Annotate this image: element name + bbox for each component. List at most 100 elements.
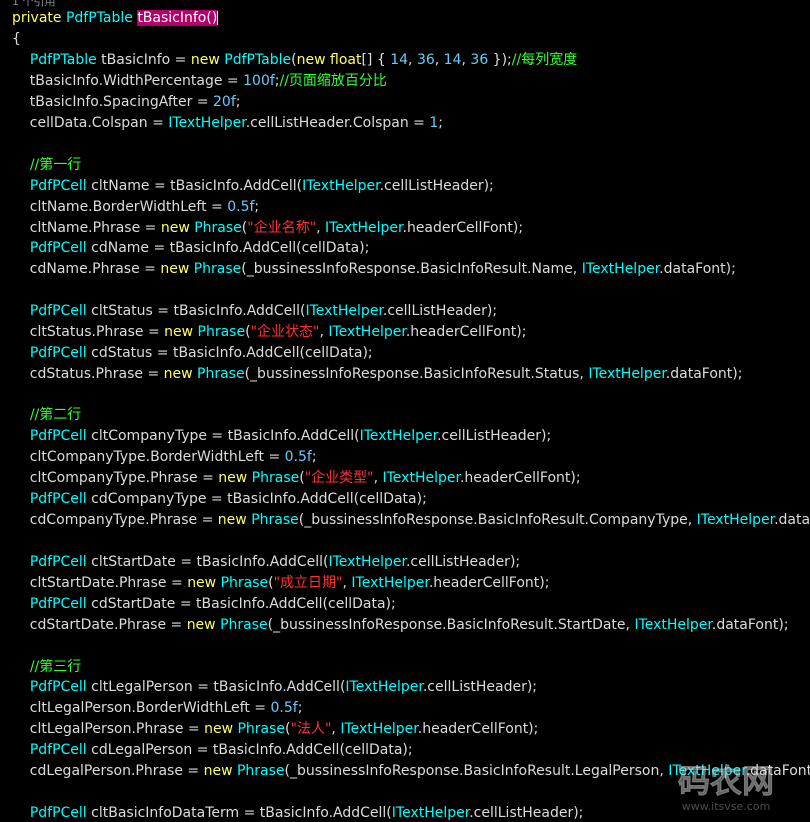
code-line[interactable]: { (12, 29, 21, 49)
code-token: PdfPCell (29, 491, 92, 507)
code-line[interactable]: //第三行 (12, 657, 81, 677)
code-token: cltBasicInfoDataTerm = tBasicInfo.AddCel… (91, 805, 392, 821)
code-line[interactable]: cltLegalPerson.Phrase = new Phrase("法人",… (12, 719, 539, 739)
code-token: .dataF (774, 512, 810, 528)
code-token: cltStatus = tBasicInfo.AddCell( (91, 303, 306, 319)
code-line[interactable]: cdName.Phrase = new Phrase(_bussinessInf… (12, 259, 736, 279)
code-token: ; (311, 449, 317, 465)
code-token: new (203, 763, 237, 779)
code-line[interactable]: PdfPCell cltStatus = tBasicInfo.AddCell(… (12, 301, 497, 321)
code-token: { (12, 31, 21, 47)
code-line[interactable]: cltStatus.Phrase = new Phrase("企业状态", IT… (12, 322, 527, 342)
code-token: PdfPCell (29, 428, 92, 444)
code-editor[interactable]: 1 个引用 private PdfPTable tBasicInfo(){ Pd… (0, 0, 810, 822)
code-token: 0.5f (284, 449, 312, 465)
code-line[interactable]: PdfPCell cltLegalPerson = tBasicInfo.Add… (12, 677, 537, 697)
code-line[interactable]: PdfPCell cdStatus = tBasicInfo.AddCell(c… (12, 343, 373, 363)
code-line[interactable]: tBasicInfo.WidthPercentage = 100f;//页面缩放… (12, 71, 387, 91)
code-token: tBasicInfo.SpacingAfter = (12, 94, 214, 110)
code-token: (_bussinessInfoResponse.BasicInfoResult.… (244, 366, 589, 382)
code-token: Phrase (194, 220, 242, 236)
code-line[interactable]: PdfPCell cltCompanyType = tBasicInfo.Add… (12, 426, 551, 446)
code-token: ITextHelper (351, 575, 429, 591)
code-token: Phrase (236, 763, 285, 779)
code-line[interactable]: private PdfPTable tBasicInfo() (12, 8, 219, 28)
code-token: }); (488, 52, 512, 68)
code-line[interactable]: cltCompanyType.Phrase = new Phrase("企业类型… (12, 468, 581, 488)
code-token: new (187, 575, 221, 591)
code-line[interactable]: cdStartDate.Phrase = new Phrase(_bussine… (12, 615, 789, 635)
code-token: PdfPCell (29, 742, 92, 758)
code-token: ITextHelper (634, 617, 712, 633)
code-token: 14 (443, 52, 462, 68)
code-line[interactable]: PdfPCell cdCompanyType = tBasicInfo.AddC… (12, 489, 427, 509)
code-line[interactable]: //第二行 (12, 405, 81, 425)
code-token: cdStatus.Phrase = (12, 366, 164, 382)
code-token: new (164, 324, 198, 340)
code-token: "企业状态" (250, 324, 320, 340)
code-token: PdfPCell (29, 240, 92, 256)
code-token: , (316, 220, 326, 236)
code-token: cdStartDate.Phrase = (12, 617, 187, 633)
code-token: ITextHelper (168, 115, 246, 131)
text-caret (217, 11, 219, 25)
code-token: cellData.Colspan = (12, 115, 169, 131)
code-line[interactable]: cellData.Colspan = ITextHelper.cellListH… (12, 113, 443, 133)
code-line[interactable]: PdfPCell cdLegalPerson = tBasicInfo.AddC… (12, 740, 413, 760)
code-token: Phrase (193, 261, 242, 277)
code-token: cltName.BorderWidthLeft = (12, 199, 228, 215)
code-line[interactable]: cdStatus.Phrase = new Phrase(_bussinessI… (12, 364, 743, 384)
code-line[interactable]: cltName.Phrase = new Phrase("企业名称", ITex… (12, 218, 523, 238)
code-token: 1 (429, 115, 439, 131)
code-line[interactable]: PdfPCell cltBasicInfoDataTerm = tBasicIn… (12, 803, 584, 822)
code-line[interactable]: cdCompanyType.Phrase = new Phrase(_bussi… (12, 510, 810, 530)
code-token: new float (296, 52, 362, 68)
code-token: , (331, 721, 341, 737)
code-line[interactable]: tBasicInfo.SpacingAfter = 20f; (12, 92, 241, 112)
code-token: .headerCellFont); (402, 220, 524, 236)
code-line[interactable]: cltName.BorderWidthLeft = 0.5f; (12, 197, 259, 217)
code-token: Phrase (220, 575, 269, 591)
code-line[interactable]: PdfPCell cltName = tBasicInfo.AddCell(IT… (12, 176, 494, 196)
code-token: ITextHelper (302, 178, 380, 194)
code-token: PdfPCell (29, 554, 92, 570)
code-token: Phrase (251, 470, 300, 486)
code-line[interactable]: cdLegalPerson.Phrase = new Phrase(_bussi… (12, 761, 810, 781)
code-line[interactable]: cltCompanyType.BorderWidthLeft = 0.5f; (12, 447, 317, 467)
code-token: .dataFont); (659, 261, 736, 277)
code-line[interactable]: PdfPCell cdStartDate = tBasicInfo.AddCel… (12, 594, 396, 614)
code-token: new (163, 366, 198, 382)
code-token: , (408, 52, 417, 68)
code-token: .headerCellFont); (405, 324, 527, 340)
code-line[interactable]: //第一行 (12, 155, 81, 175)
code-token: new (160, 261, 194, 277)
code-line[interactable]: PdfPCell cltStartDate = tBasicInfo.AddCe… (12, 552, 520, 572)
code-token: ITextHelper (581, 261, 660, 277)
code-token: .cellListHeader); (382, 303, 498, 319)
code-token: () (206, 10, 218, 26)
code-token: new (190, 52, 225, 68)
code-line[interactable]: PdfPTable tBasicInfo = new PdfPTable(new… (12, 50, 577, 70)
code-token: (_bussinessInfoResponse.BasicInfoResult.… (298, 512, 697, 528)
code-line[interactable]: cltLegalPerson.BorderWidthLeft = 0.5f; (12, 698, 303, 718)
code-token: //每列宽度 (511, 52, 578, 68)
code-token: , (434, 52, 444, 68)
code-token: (_bussinessInfoResponse.BasicInfoResult.… (284, 763, 669, 779)
code-token: cltLegalPerson = tBasicInfo.AddCell( (91, 679, 346, 695)
code-token: cltStatus.Phrase = (12, 324, 165, 340)
code-token: //页面缩放百分比 (279, 73, 387, 89)
code-token: ITextHelper (345, 679, 423, 695)
code-line[interactable]: cltStartDate.Phrase = new Phrase("成立日期",… (12, 573, 550, 593)
code-token: (_bussinessInfoResponse.BasicInfoResult.… (241, 261, 582, 277)
code-line[interactable]: PdfPCell cdName = tBasicInfo.AddCell(cel… (12, 238, 370, 258)
code-token: cltName.Phrase = (12, 220, 161, 236)
code-token: ; (235, 94, 241, 110)
code-token: PdfPCell (29, 679, 92, 695)
